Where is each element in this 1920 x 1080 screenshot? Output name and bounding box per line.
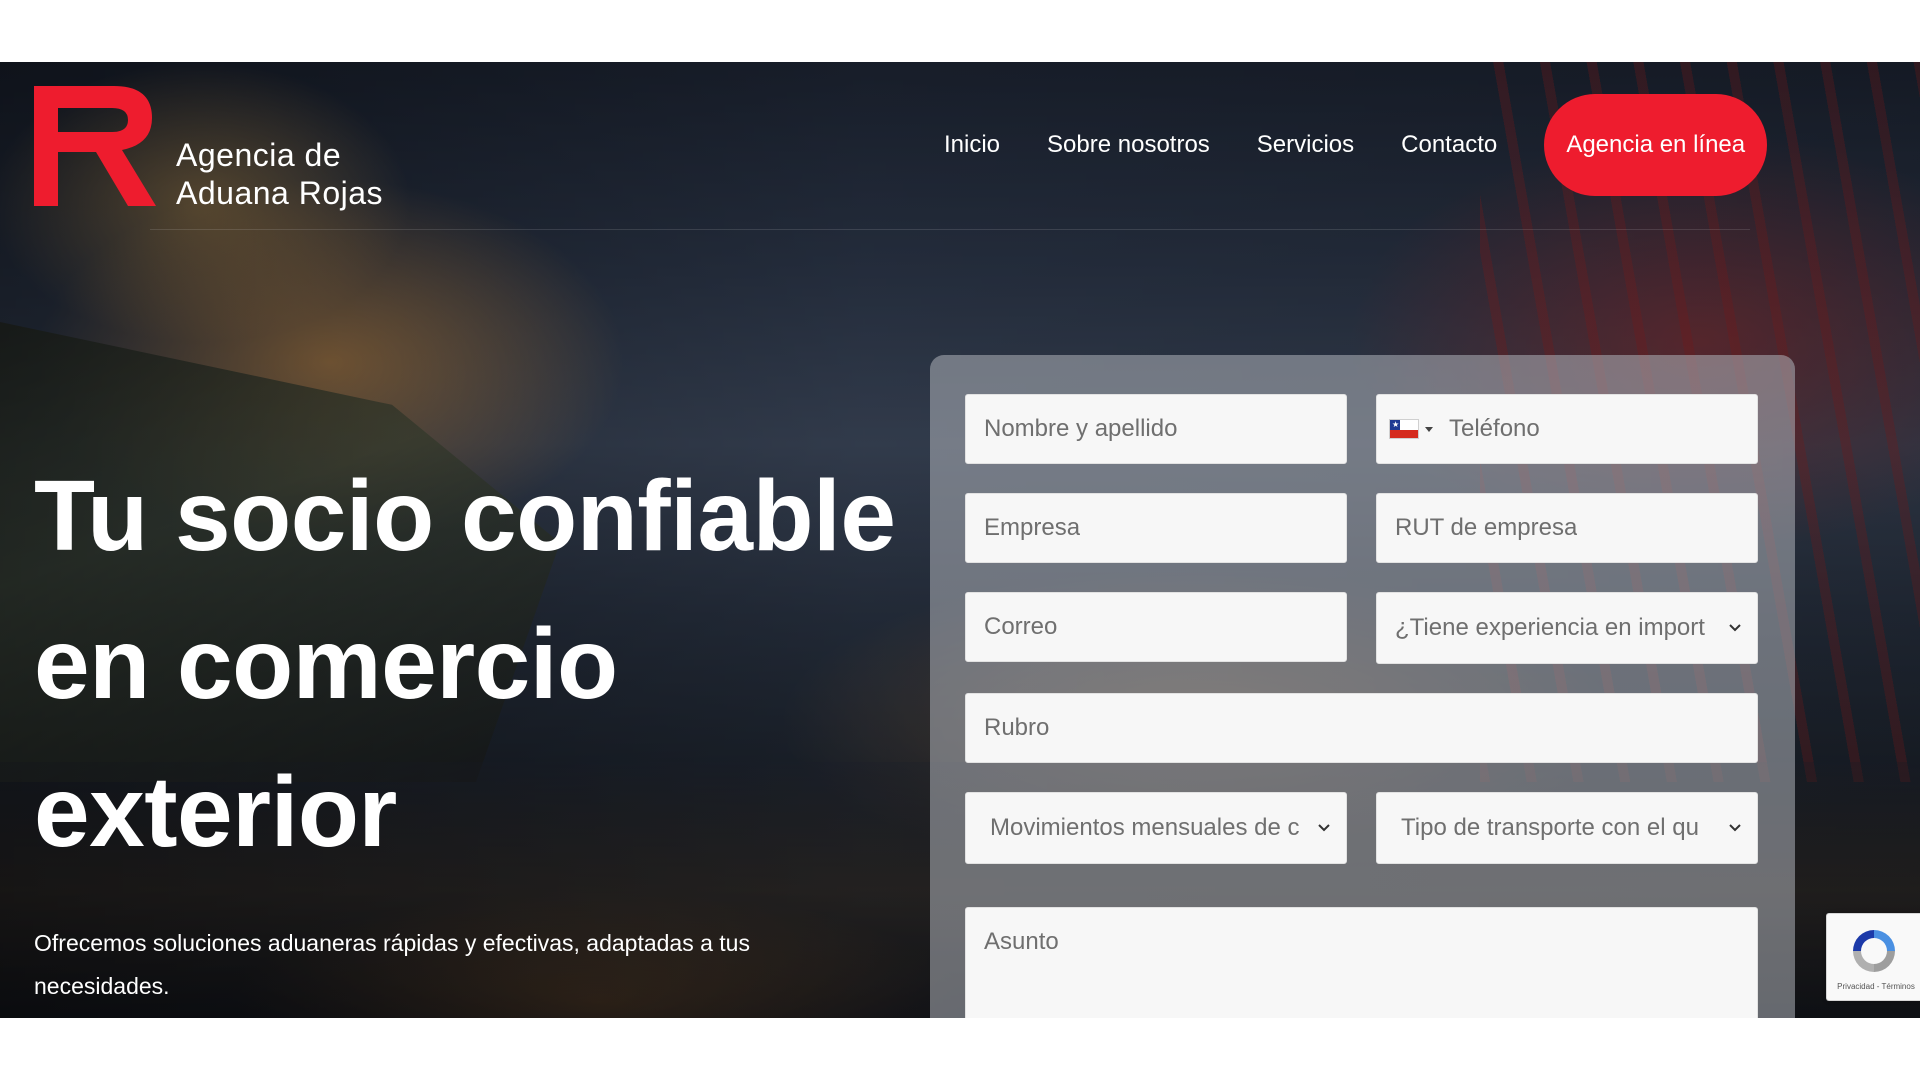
chevron-down-icon	[1729, 624, 1741, 632]
industry-field[interactable]: Rubro	[965, 693, 1758, 763]
experience-select[interactable]: ¿Tiene experiencia en import	[1376, 592, 1758, 664]
brand-name: Agencia de Aduana Rojas	[176, 136, 383, 212]
company-field-placeholder: Empresa	[984, 514, 1081, 541]
agencia-en-linea-button[interactable]: Agencia en línea	[1544, 94, 1768, 196]
recaptcha-links[interactable]: Privacidad - Términos	[1831, 982, 1920, 991]
chevron-down-icon	[1729, 824, 1741, 832]
nav-item-inicio[interactable]: Inicio	[944, 131, 1000, 159]
chevron-down-icon	[1318, 824, 1330, 832]
experience-select-value: ¿Tiene experiencia en import	[1395, 614, 1705, 641]
name-field[interactable]: Nombre y apellido	[965, 394, 1347, 464]
brand-logo[interactable]: Agencia de Aduana Rojas	[34, 86, 383, 212]
hero-headline: Tu socio confiable en comercio exterior	[34, 460, 896, 868]
country-caret-icon[interactable]	[1425, 426, 1433, 432]
nav-item-servicios[interactable]: Servicios	[1257, 131, 1354, 159]
phone-field[interactable]: ★ Teléfono	[1376, 394, 1758, 464]
brand-name-line2: Aduana Rojas	[176, 175, 384, 211]
subject-textarea-placeholder: Asunto	[984, 928, 1059, 955]
monthly-movements-select-value: Movimientos mensuales de c	[990, 814, 1300, 841]
name-field-placeholder: Nombre y apellido	[984, 415, 1178, 442]
subject-textarea[interactable]: Asunto	[965, 907, 1758, 1018]
chile-flag-icon[interactable]: ★	[1389, 419, 1419, 439]
email-field[interactable]: Correo	[965, 592, 1347, 662]
industry-field-placeholder: Rubro	[984, 714, 1050, 741]
hero-subtext: Ofrecemos soluciones aduaneras rápidas y…	[34, 930, 750, 999]
rut-field-placeholder: RUT de empresa	[1395, 514, 1578, 541]
r-logo-icon	[34, 86, 156, 206]
brand-name-line1: Agencia de	[176, 137, 342, 173]
rut-field[interactable]: RUT de empresa	[1376, 493, 1758, 563]
header-divider	[150, 229, 1750, 230]
phone-field-placeholder: Teléfono	[1449, 415, 1540, 442]
company-field[interactable]: Empresa	[965, 493, 1347, 563]
nav-item-sobre-nosotros[interactable]: Sobre nosotros	[1047, 131, 1210, 159]
main-navigation: Inicio Sobre nosotros Servicios Contacto…	[944, 94, 1768, 196]
transport-type-select-value: Tipo de transporte con el qu	[1401, 814, 1699, 841]
email-field-placeholder: Correo	[984, 613, 1058, 640]
nav-item-contacto[interactable]: Contacto	[1401, 131, 1497, 159]
recaptcha-icon	[1853, 930, 1895, 972]
monthly-movements-select[interactable]: Movimientos mensuales de c	[965, 792, 1347, 864]
recaptcha-badge[interactable]: Privacidad - Términos	[1826, 913, 1920, 1001]
transport-type-select[interactable]: Tipo de transporte con el qu	[1376, 792, 1758, 864]
